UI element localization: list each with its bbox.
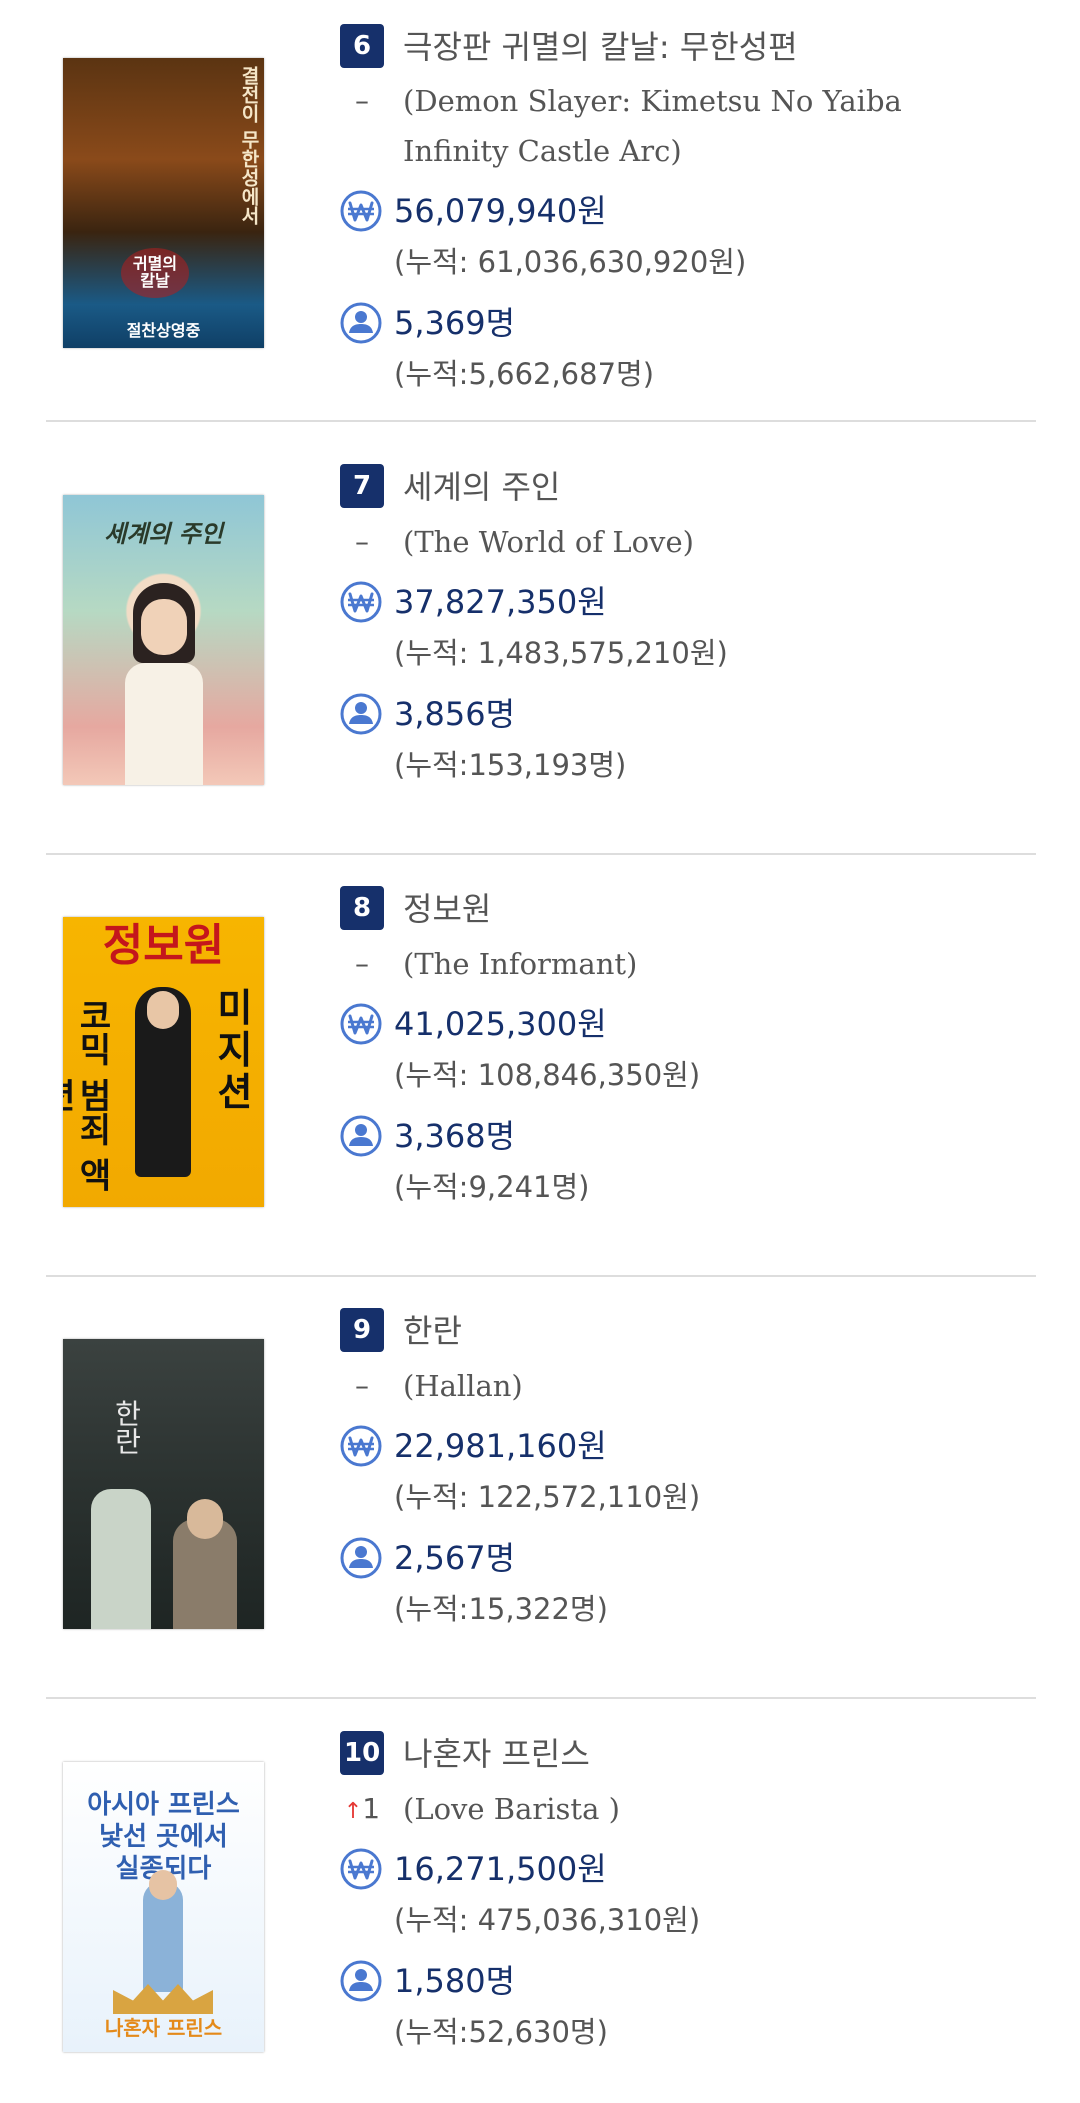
poster-text: 아시아 프린스 [87,1790,240,1820]
rank-change: – [355,525,369,558]
daily-audience: 2,567명 [394,1539,516,1577]
won-icon [340,1425,382,1467]
total-audience: (누적:15,322명) [394,1592,608,1626]
rank-badge: 6 [340,24,384,68]
rank-change: – [355,1369,369,1402]
person-icon [340,1115,382,1157]
movie-poster[interactable]: 결전이 무한성에서 귀멸의 칼날 절찬상영중 [63,58,264,348]
daily-audience: 3,856명 [394,695,516,733]
title-row: 10 나혼자 프린스 [340,1731,1030,1777]
poster-text: 귀멸의 칼날 [121,248,189,298]
rank-badge: 8 [340,886,384,930]
poster-text: 결전이 무한성에서 [238,66,260,225]
daily-sales: 56,079,940원 [394,192,607,230]
poster-text-deco: 미지션 [217,986,253,1114]
won-icon [340,1003,382,1045]
poster-figure [91,1489,151,1629]
list-item[interactable]: 아시아 프린스 낯선 곳에서 실종되다 나혼자 프린스 10 나혼자 프린스 ↑… [46,1700,1036,2103]
movie-poster[interactable]: 아시아 프린스 낯선 곳에서 실종되다 나혼자 프린스 [63,1762,264,2052]
movie-title-kr[interactable]: 극장판 귀멸의 칼날: 무한성편 [403,24,798,70]
rank-badge: 7 [340,464,384,508]
poster-text: 세계의 주인 [104,519,223,548]
title-row: 6 극장판 귀멸의 칼날: 무한성편 [340,24,1030,70]
title-row: 8 정보원 [340,886,1030,932]
poster-text: 절찬상영중 [126,321,201,341]
poster-face [187,1499,223,1539]
rank-badge: 10 [340,1731,385,1775]
total-audience: (누적:153,193명) [394,748,627,782]
total-sales: (누적: 475,036,310원) [394,1903,701,1937]
poster-face [141,599,187,655]
rank-change: – [355,84,369,117]
rank-badge: 9 [340,1308,384,1352]
total-audience: (누적:52,630명) [394,2015,608,2049]
list-item[interactable]: 한란 9 한란 – (Hallan) 22,981,160원 (누적: 122,… [46,1277,1036,1699]
poster-face [149,1870,177,1900]
person-icon [340,693,382,735]
poster-text: 한란 [110,1399,143,1455]
movie-poster[interactable]: 한란 [63,1339,264,1629]
person-icon [340,1537,382,1579]
poster-text: 정보원 [102,920,225,971]
movie-title-en: (Demon Slayer: Kimetsu No Yaiba Infinity… [403,84,902,168]
daily-sales: 16,271,500원 [394,1850,607,1888]
won-icon [340,581,382,623]
won-icon [340,1848,382,1890]
movie-title-en: (Love Barista ) [403,1792,620,1826]
total-audience: (누적:5,662,687명) [394,357,655,391]
daily-sales: 37,827,350원 [394,583,607,621]
daily-audience: 3,368명 [394,1117,516,1155]
poster-text: 나혼자 프린스 [104,2016,223,2040]
total-sales: (누적: 108,846,350원) [394,1058,701,1092]
movie-title-en: (The World of Love) [403,525,694,559]
daily-audience: 5,369명 [394,304,516,342]
total-sales: (누적: 1,483,575,210원) [394,636,728,670]
person-icon [340,1960,382,2002]
rank-change-value: 1 [362,1792,381,1825]
person-icon [340,302,382,344]
boxoffice-list: 결전이 무한성에서 귀멸의 칼날 절찬상영중 6 극장판 귀멸의 칼날: 무한성… [0,0,1080,2103]
total-sales: (누적: 61,036,630,920원) [394,245,747,279]
total-sales: (누적: 122,572,110원) [394,1480,701,1514]
movie-title-en: (The Informant) [403,947,638,981]
daily-audience: 1,580명 [394,1962,516,2000]
poster-body [125,663,203,785]
total-audience: (누적:9,241명) [394,1170,590,1204]
movie-title-kr[interactable]: 세계의 주인 [403,464,560,510]
movie-title-kr[interactable]: 정보원 [403,886,491,932]
poster-text: 낯선 곳에서 [99,1822,228,1852]
poster-text: 코믹 범죄 액션 [63,998,112,1192]
title-row: 9 한란 [340,1308,1030,1354]
rank-change: ↑1 [340,1784,384,1837]
list-item[interactable]: 세계의 주인 7 세계의 주인 – (The World of Love) 37… [46,433,1036,855]
poster-face [147,991,179,1029]
daily-sales: 41,025,300원 [394,1005,607,1043]
daily-sales: 22,981,160원 [394,1427,607,1465]
list-item[interactable]: 결전이 무한성에서 귀멸의 칼날 절찬상영중 6 극장판 귀멸의 칼날: 무한성… [46,0,1036,422]
movie-poster[interactable]: 정보원 코믹 범죄 액션 미지션 [63,917,264,1207]
rank-change: – [355,947,369,980]
arrow-up-icon: ↑ [343,1799,363,1824]
movie-title-kr[interactable]: 나혼자 프린스 [403,1731,590,1777]
won-icon [340,190,382,232]
title-row: 7 세계의 주인 [340,464,1030,510]
movie-title-kr[interactable]: 한란 [403,1308,462,1354]
movie-title-en: (Hallan) [403,1369,523,1403]
movie-poster[interactable]: 세계의 주인 [63,495,264,785]
list-item[interactable]: 정보원 코믹 범죄 액션 미지션 8 정보원 – (The Informant) [46,855,1036,1277]
